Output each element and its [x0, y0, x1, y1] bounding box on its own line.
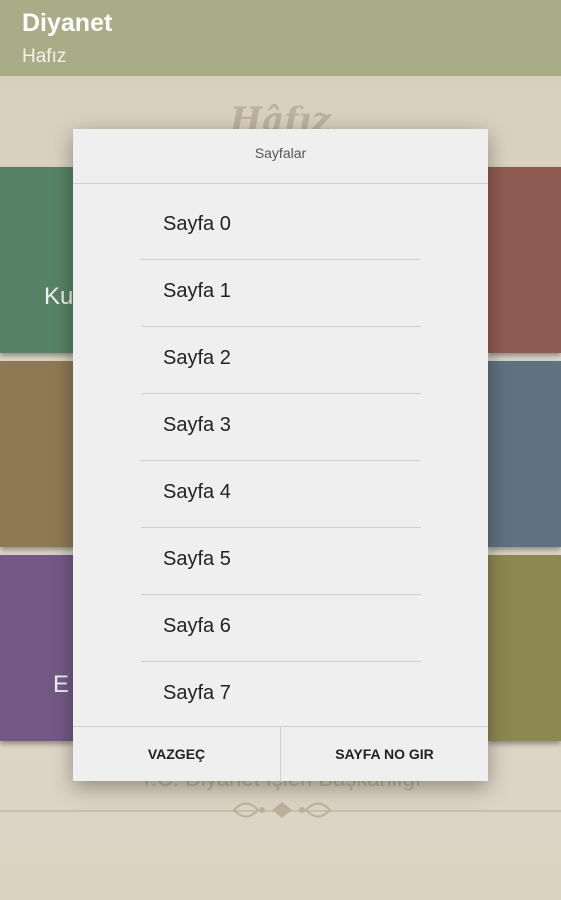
page-select-dialog: Sayfalar Sayfa 0 Sayfa 1 Sayfa 2 Sayfa 3…	[73, 129, 488, 782]
list-item[interactable]: Sayfa 3	[141, 394, 421, 461]
list-item-label: Sayfa 7	[163, 682, 231, 704]
list-item[interactable]: Sayfa 6	[141, 595, 421, 662]
list-item[interactable]: Sayfa 4	[141, 461, 421, 528]
list-item-label: Sayfa 3	[163, 414, 231, 436]
dialog-actions: VAZGEÇ SAYFA NO GIR	[73, 726, 488, 782]
page-list-viewport: Sayfa 0 Sayfa 1 Sayfa 2 Sayfa 3 Sayfa 4 …	[73, 184, 488, 726]
list-item[interactable]: Sayfa 0	[141, 193, 421, 260]
list-item[interactable]: Sayfa 2	[141, 327, 421, 394]
dialog-title: Sayfalar	[73, 129, 488, 184]
app-title: Diyanet	[22, 9, 113, 37]
app-bar: Diyanet Hafız	[0, 0, 561, 76]
list-item-label: Sayfa 4	[163, 481, 231, 503]
list-item[interactable]: Sayfa 7	[141, 662, 421, 726]
list-item[interactable]: Sayfa 5	[141, 528, 421, 595]
list-item-label: Sayfa 2	[163, 347, 231, 369]
app-subtitle: Hafız	[22, 46, 67, 67]
list-item-label: Sayfa 5	[163, 548, 231, 570]
list-item[interactable]: Sayfa 1	[141, 260, 421, 327]
enter-page-number-button[interactable]: SAYFA NO GIR	[281, 727, 488, 782]
list-item-label: Sayfa 0	[163, 213, 231, 235]
cancel-button[interactable]: VAZGEÇ	[73, 727, 281, 782]
list-item-label: Sayfa 1	[163, 280, 231, 302]
list-item-label: Sayfa 6	[163, 615, 231, 637]
